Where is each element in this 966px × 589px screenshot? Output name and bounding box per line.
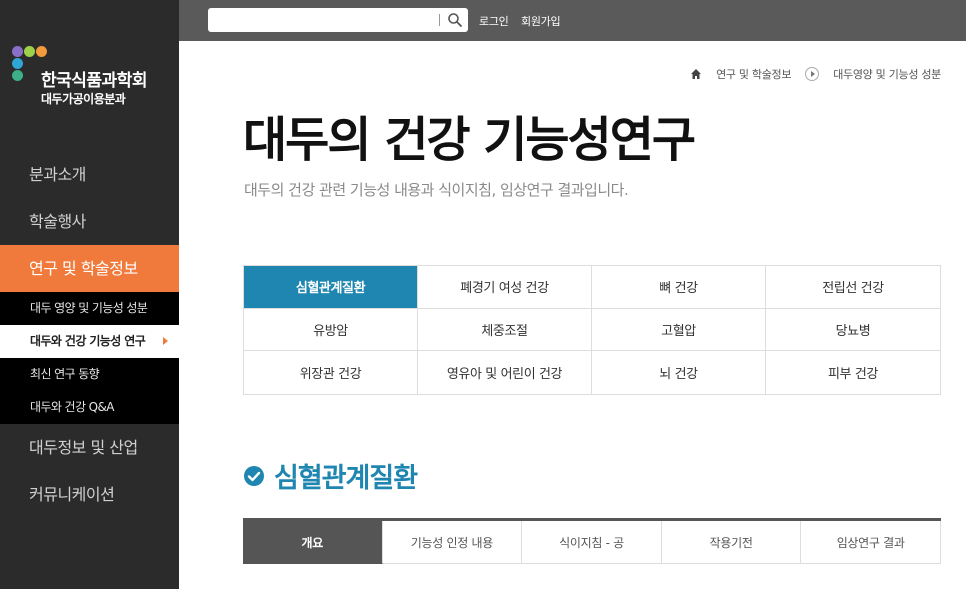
breadcrumb-level1[interactable]: 연구 및 학술정보: [716, 66, 791, 82]
search-divider: [439, 14, 440, 26]
category-gastro[interactable]: 위장관 건강: [244, 351, 418, 394]
check-circle-icon: [244, 465, 264, 486]
tab-mechanism[interactable]: 작용기전: [661, 521, 802, 564]
subnav-item-label: 대두와 건강 기능성 연구: [30, 334, 146, 348]
category-hypertension[interactable]: 고혈압: [592, 308, 766, 352]
nav-item-industry[interactable]: 대두정보 및 산업: [0, 424, 179, 471]
category-children[interactable]: 영유아 및 어린이 건강: [418, 351, 592, 394]
category-diabetes[interactable]: 당뇨병: [766, 309, 940, 352]
top-bar: 로그인 회원가입: [179, 0, 966, 41]
category-prostate[interactable]: 전립선 건강: [766, 266, 940, 309]
research-submenu: 대두 영양 및 기능성 성분 대두와 건강 기능성 연구 최신 연구 동향 대두…: [0, 292, 179, 424]
category-cardiovascular[interactable]: 심혈관계질환: [244, 266, 418, 309]
home-icon[interactable]: [690, 68, 702, 80]
search-input[interactable]: [214, 11, 434, 29]
category-breast-cancer[interactable]: 유방암: [244, 308, 418, 352]
content-tabs: 개요 기능성 인정 내용 식이지침 - 공 작용기전 임상연구 결과: [243, 518, 941, 564]
section-heading: 심혈관계질환: [243, 456, 418, 495]
category-grid: 심혈관계질환 폐경기 여성 건강 뼈 건강 전립선 건강 유방암 체중조절 고혈…: [243, 265, 941, 395]
tab-dietary-guidelines[interactable]: 식이지침 - 공: [522, 521, 662, 564]
subnav-item-qa[interactable]: 대두와 건강 Q&A: [0, 391, 179, 424]
chevron-right-icon: [805, 67, 820, 81]
sidebar: 한국식품과학회 대두가공이용분과 분과소개 학술행사 연구 및 학술정보 대두 …: [0, 0, 179, 589]
breadcrumb: 연구 및 학술정보 대두영양 및 기능성 성분: [690, 66, 941, 82]
main-nav: 분과소개 학술행사 연구 및 학술정보 대두 영양 및 기능성 성분 대두와 건…: [0, 151, 179, 518]
tab-clinical-results[interactable]: 임상연구 결과: [801, 521, 941, 564]
category-bone[interactable]: 뼈 건강: [592, 266, 766, 309]
category-skin[interactable]: 피부 건강: [766, 351, 940, 394]
brand-name: 한국식품과학회: [41, 71, 147, 91]
category-weight[interactable]: 체중조절: [418, 308, 592, 352]
nav-item-community[interactable]: 커뮤니케이션: [0, 471, 179, 518]
nav-item-about[interactable]: 분과소개: [0, 151, 179, 198]
section-title: 심혈관계질환: [274, 463, 418, 494]
page-subtitle: 대두의 건강 관련 기능성 내용과 식이지침, 임상연구 결과입니다.: [244, 181, 629, 199]
tab-functional-claims[interactable]: 기능성 인정 내용: [382, 521, 523, 564]
caret-right-icon: [163, 337, 168, 345]
category-menopause[interactable]: 폐경기 여성 건강: [418, 266, 592, 309]
category-brain[interactable]: 뇌 건강: [592, 351, 766, 394]
site-logo[interactable]: 한국식품과학회 대두가공이용분과: [12, 44, 177, 114]
signup-link[interactable]: 회원가입: [521, 13, 561, 29]
subnav-item-trends[interactable]: 최신 연구 동향: [0, 358, 179, 391]
breadcrumb-level2[interactable]: 대두영양 및 기능성 성분: [833, 66, 941, 82]
brand-division: 대두가공이용분과: [41, 92, 126, 106]
nav-item-research[interactable]: 연구 및 학술정보: [0, 245, 179, 292]
search-box[interactable]: [208, 8, 468, 32]
search-icon[interactable]: [447, 12, 463, 28]
login-link[interactable]: 로그인: [479, 13, 509, 29]
subnav-item-health-research[interactable]: 대두와 건강 기능성 연구: [0, 325, 179, 358]
tab-overview[interactable]: 개요: [243, 521, 383, 564]
nav-item-events[interactable]: 학술행사: [0, 198, 179, 245]
page-title: 대두의 건강 기능성연구: [243, 112, 696, 168]
subnav-item-nutrition[interactable]: 대두 영양 및 기능성 성분: [0, 292, 179, 325]
